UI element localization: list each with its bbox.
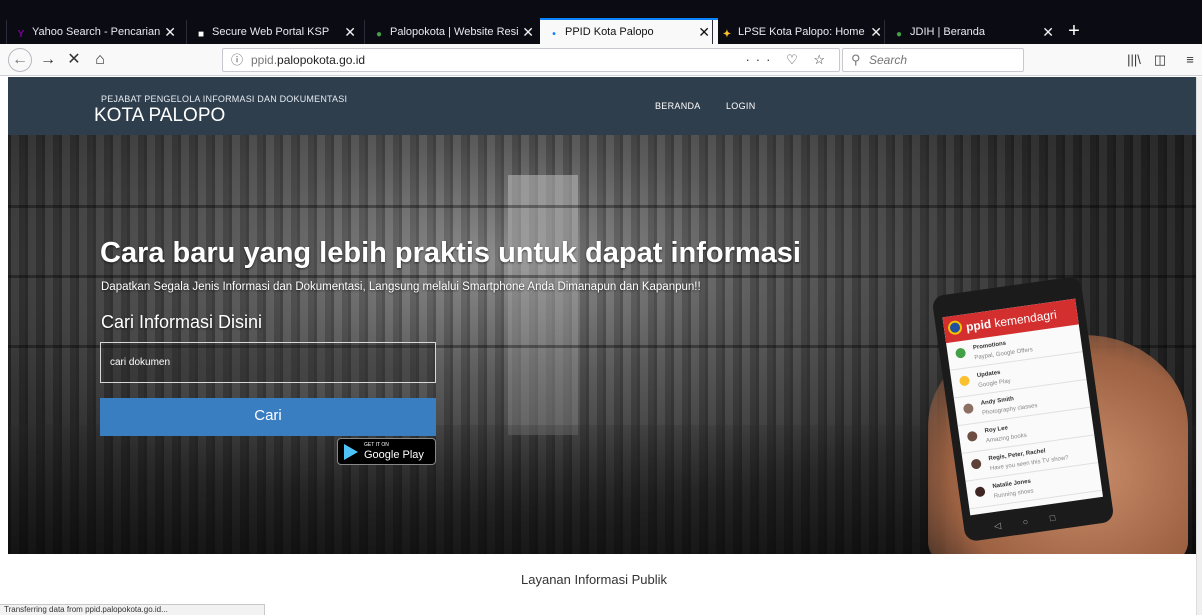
search-button[interactable]: Cari: [100, 398, 436, 436]
sidebar-icon[interactable]: ◫: [1148, 48, 1172, 72]
palopo-icon: ●: [375, 29, 383, 40]
phone-screen: ppid kemendagri Promotions Paypal, Google…: [942, 298, 1103, 516]
home-button[interactable]: ⌂: [88, 48, 112, 72]
close-tab-icon[interactable]: ✕: [1042, 20, 1054, 44]
site-info-icon[interactable]: ⓘ: [231, 49, 243, 71]
url-subdomain: ppid.: [251, 53, 278, 67]
browser-search-input[interactable]: [869, 51, 1019, 69]
close-tab-icon[interactable]: ✕: [522, 20, 534, 44]
status-bar: Transferring data from ppid.palopokota.g…: [0, 604, 265, 615]
tab-label: Yahoo Search - Pencarian: [32, 26, 161, 38]
browser-tab[interactable]: ● JDIH | Beranda ✕: [884, 20, 1062, 44]
address-bar[interactable]: ⓘ ppid.palopokota.go.id ··· ♡ ☆: [222, 48, 840, 72]
page-actions-icon[interactable]: ··· ♡ ☆: [745, 49, 831, 71]
google-play-label: Google Play: [364, 449, 424, 461]
phone-brand-bold: ppid: [965, 316, 993, 335]
back-button[interactable]: ←: [8, 48, 32, 72]
phone-message-list: Promotions Paypal, Google Offers Updates Go…: [946, 324, 1103, 510]
lpse-icon: ✦: [722, 29, 732, 40]
menu-icon[interactable]: ≡: [1178, 48, 1202, 72]
tab-label: Secure Web Portal KSP: [212, 26, 330, 38]
hero-headline: Cara baru yang lebih praktis untuk dapat…: [100, 237, 801, 269]
shelf-line: [8, 205, 1196, 208]
title-bar: [0, 0, 1202, 12]
loading-icon: •: [552, 29, 556, 40]
tab-label: LPSE Kota Palopo: Home: [738, 26, 865, 38]
new-tab-button[interactable]: +: [1063, 20, 1085, 44]
google-play-badge[interactable]: GET IT ON Google Play: [337, 438, 436, 465]
browser-tab[interactable]: ✦ LPSE Kota Palopo: Home ✕: [712, 20, 890, 44]
yahoo-icon: Y: [17, 29, 25, 40]
close-tab-icon[interactable]: ✕: [164, 20, 176, 44]
browser-tab[interactable]: ■ Secure Web Portal KSP ✕: [186, 20, 364, 44]
menu-item-beranda[interactable]: BERANDA: [655, 101, 701, 111]
phone-brand-rest: kemendagri: [990, 307, 1058, 331]
jdih-icon: ●: [895, 29, 903, 40]
close-tab-icon[interactable]: ✕: [698, 20, 710, 44]
tab-label: JDIH | Beranda: [910, 26, 986, 38]
menu-item-login[interactable]: LOGIN: [726, 101, 756, 111]
hero-banner: Cara baru yang lebih praktis untuk dapat…: [8, 135, 1196, 554]
tab-label: PPID Kota Palopo: [565, 26, 654, 38]
brand-title[interactable]: KOTA PALOPO: [94, 105, 225, 127]
browser-tab[interactable]: ● Palopokota | Website Resi ✕: [364, 20, 542, 44]
page-icon: ■: [197, 29, 205, 40]
browser-toolbar: ← → ✕ ⌂ ⓘ ppid.palopokota.go.id ··· ♡ ☆ …: [0, 44, 1202, 76]
url-domain: palopokota.go.id: [277, 53, 366, 67]
stop-button[interactable]: ✕: [62, 48, 86, 72]
contact-avatar: [954, 347, 967, 359]
close-tab-icon[interactable]: ✕: [344, 20, 356, 44]
search-box[interactable]: ⚲: [842, 48, 1024, 72]
url-text[interactable]: ppid.palopokota.go.id: [251, 49, 365, 71]
google-play-icon: [344, 444, 358, 460]
library-icon[interactable]: |||\: [1122, 48, 1146, 72]
browser-tab[interactable]: Y Yahoo Search - Pencarian ✕: [6, 20, 184, 44]
search-section-title: Cari Informasi Disini: [101, 312, 263, 332]
page-scrollbar[interactable]: [1196, 77, 1202, 615]
browser-tab-strip: Y Yahoo Search - Pencarian ✕ ■ Secure Web Po…: [0, 0, 1202, 44]
tab-label: Palopokota | Website Resi: [390, 26, 519, 38]
contact-avatar: [974, 486, 986, 498]
hero-subline: Dapatkan Segala Jenis Informasi dan Doku…: [101, 281, 701, 293]
contact-avatar: [970, 458, 982, 470]
site-header: PEJABAT PENGELOLA INFORMASI DAN DOKUMENT…: [8, 77, 1196, 135]
contact-avatar: [966, 430, 978, 442]
close-tab-icon[interactable]: ✕: [870, 20, 882, 44]
library-aisle: [508, 175, 578, 435]
brand-subtitle: PEJABAT PENGELOLA INFORMASI DAN DOKUMENT…: [101, 94, 348, 104]
shelf-line: [8, 275, 1196, 278]
forward-button[interactable]: →: [36, 48, 60, 72]
contact-avatar: [958, 375, 971, 387]
page-viewport: PEJABAT PENGELOLA INFORMASI DAN DOKUMENT…: [0, 77, 1196, 615]
section-title: Layanan Informasi Publik: [521, 572, 667, 587]
google-play-caption: GET IT ON: [364, 442, 389, 448]
document-search-input[interactable]: [100, 342, 436, 383]
search-icon: ⚲: [851, 52, 861, 67]
browser-tab[interactable]: • PPID Kota Palopo ✕: [540, 18, 718, 44]
contact-avatar: [962, 402, 975, 415]
